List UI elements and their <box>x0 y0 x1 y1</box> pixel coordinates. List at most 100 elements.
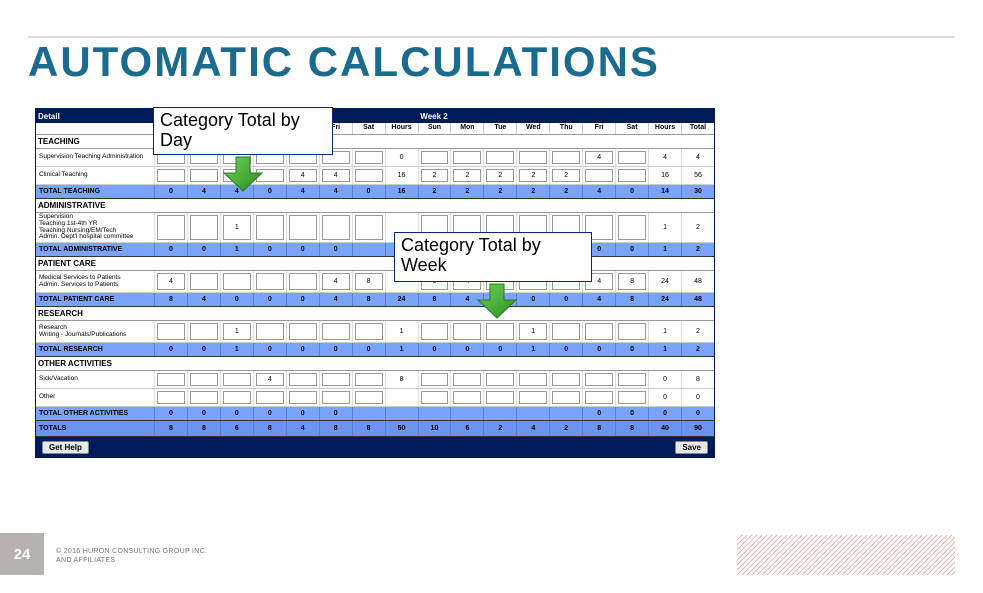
cell[interactable] <box>220 371 253 388</box>
cell[interactable] <box>319 213 352 242</box>
cell[interactable] <box>615 213 648 242</box>
total-research: TOTAL RESEARCH00100001000100012 <box>36 343 714 357</box>
cell[interactable]: 2 <box>418 167 451 184</box>
cell[interactable] <box>582 371 615 388</box>
page-title: AUTOMATIC CALCULATIONS <box>0 0 983 86</box>
cell[interactable] <box>549 371 582 388</box>
cell <box>450 407 483 420</box>
cell[interactable]: 1 <box>516 321 549 342</box>
cell[interactable] <box>516 371 549 388</box>
cell: 0 <box>187 343 220 356</box>
section-other: OTHER ACTIVITIES <box>36 357 714 371</box>
cell[interactable] <box>286 371 319 388</box>
cell: 1 <box>385 343 418 356</box>
cell[interactable] <box>418 149 451 166</box>
cell[interactable] <box>418 321 451 342</box>
cell[interactable] <box>352 213 385 242</box>
totals: TOTALS886848850106242884090 <box>36 421 714 437</box>
cell[interactable] <box>286 321 319 342</box>
cell[interactable]: 4 <box>319 167 352 184</box>
cell: 0 <box>154 243 187 256</box>
cell[interactable] <box>154 321 187 342</box>
cell[interactable] <box>253 389 286 406</box>
cell[interactable] <box>352 389 385 406</box>
cell: 0 <box>220 407 253 420</box>
cell[interactable]: 4 <box>154 271 187 292</box>
section-patient: PATIENT CARE <box>36 257 714 271</box>
cell[interactable]: 2 <box>549 167 582 184</box>
cell: 0 <box>286 293 319 306</box>
cell[interactable] <box>154 371 187 388</box>
cell[interactable] <box>187 321 220 342</box>
cell[interactable] <box>418 389 451 406</box>
cell[interactable] <box>483 371 516 388</box>
cell[interactable] <box>187 213 220 242</box>
cell[interactable]: 4 <box>319 271 352 292</box>
top-divider <box>28 36 955 38</box>
cell: 8 <box>681 371 714 388</box>
cell[interactable] <box>483 149 516 166</box>
cell[interactable] <box>253 271 286 292</box>
cell[interactable] <box>418 371 451 388</box>
cell[interactable] <box>483 389 516 406</box>
cell[interactable] <box>253 321 286 342</box>
save-button[interactable]: Save <box>675 441 708 454</box>
cell[interactable] <box>582 389 615 406</box>
help-button[interactable]: Get Help <box>42 441 89 454</box>
cell[interactable] <box>286 389 319 406</box>
cell: 8 <box>385 371 418 388</box>
cell[interactable] <box>582 321 615 342</box>
cell: 2 <box>483 421 516 436</box>
cell[interactable] <box>549 321 582 342</box>
cell[interactable] <box>286 213 319 242</box>
cell[interactable] <box>319 371 352 388</box>
cell[interactable] <box>516 149 549 166</box>
cell[interactable] <box>187 371 220 388</box>
cell[interactable] <box>615 371 648 388</box>
cell[interactable] <box>154 213 187 242</box>
cell[interactable]: 2 <box>483 167 516 184</box>
cell[interactable] <box>582 167 615 184</box>
cell[interactable]: 2 <box>516 167 549 184</box>
cell[interactable] <box>154 167 187 184</box>
cell[interactable] <box>615 149 648 166</box>
cell[interactable] <box>516 389 549 406</box>
cell[interactable] <box>615 389 648 406</box>
cell[interactable]: 1 <box>220 213 253 242</box>
cell[interactable] <box>286 271 319 292</box>
cell[interactable] <box>450 371 483 388</box>
cell[interactable]: 4 <box>253 371 286 388</box>
cell[interactable] <box>352 149 385 166</box>
cell: 4 <box>319 185 352 198</box>
cell[interactable]: 8 <box>615 271 648 292</box>
cell[interactable] <box>615 321 648 342</box>
cell[interactable] <box>450 321 483 342</box>
cell: 0 <box>253 407 286 420</box>
cell[interactable] <box>352 371 385 388</box>
cell: 0 <box>319 243 352 256</box>
cell[interactable] <box>549 149 582 166</box>
cell[interactable] <box>615 167 648 184</box>
cell[interactable]: 4 <box>286 167 319 184</box>
cell[interactable]: 2 <box>450 167 483 184</box>
cell[interactable] <box>319 389 352 406</box>
cell[interactable] <box>220 271 253 292</box>
cell[interactable] <box>187 167 220 184</box>
cell[interactable]: 8 <box>352 271 385 292</box>
cell[interactable] <box>319 321 352 342</box>
cell[interactable] <box>187 271 220 292</box>
cell[interactable] <box>450 149 483 166</box>
cell[interactable] <box>220 389 253 406</box>
cell[interactable]: 1 <box>220 321 253 342</box>
cell[interactable] <box>352 321 385 342</box>
cell[interactable] <box>352 167 385 184</box>
cell[interactable] <box>154 389 187 406</box>
cell[interactable]: 4 <box>582 149 615 166</box>
cell: 24 <box>648 293 681 306</box>
cell[interactable] <box>450 389 483 406</box>
cell[interactable] <box>253 213 286 242</box>
cell[interactable] <box>549 389 582 406</box>
cell: 0 <box>352 185 385 198</box>
cell[interactable] <box>187 389 220 406</box>
cell[interactable] <box>483 321 516 342</box>
